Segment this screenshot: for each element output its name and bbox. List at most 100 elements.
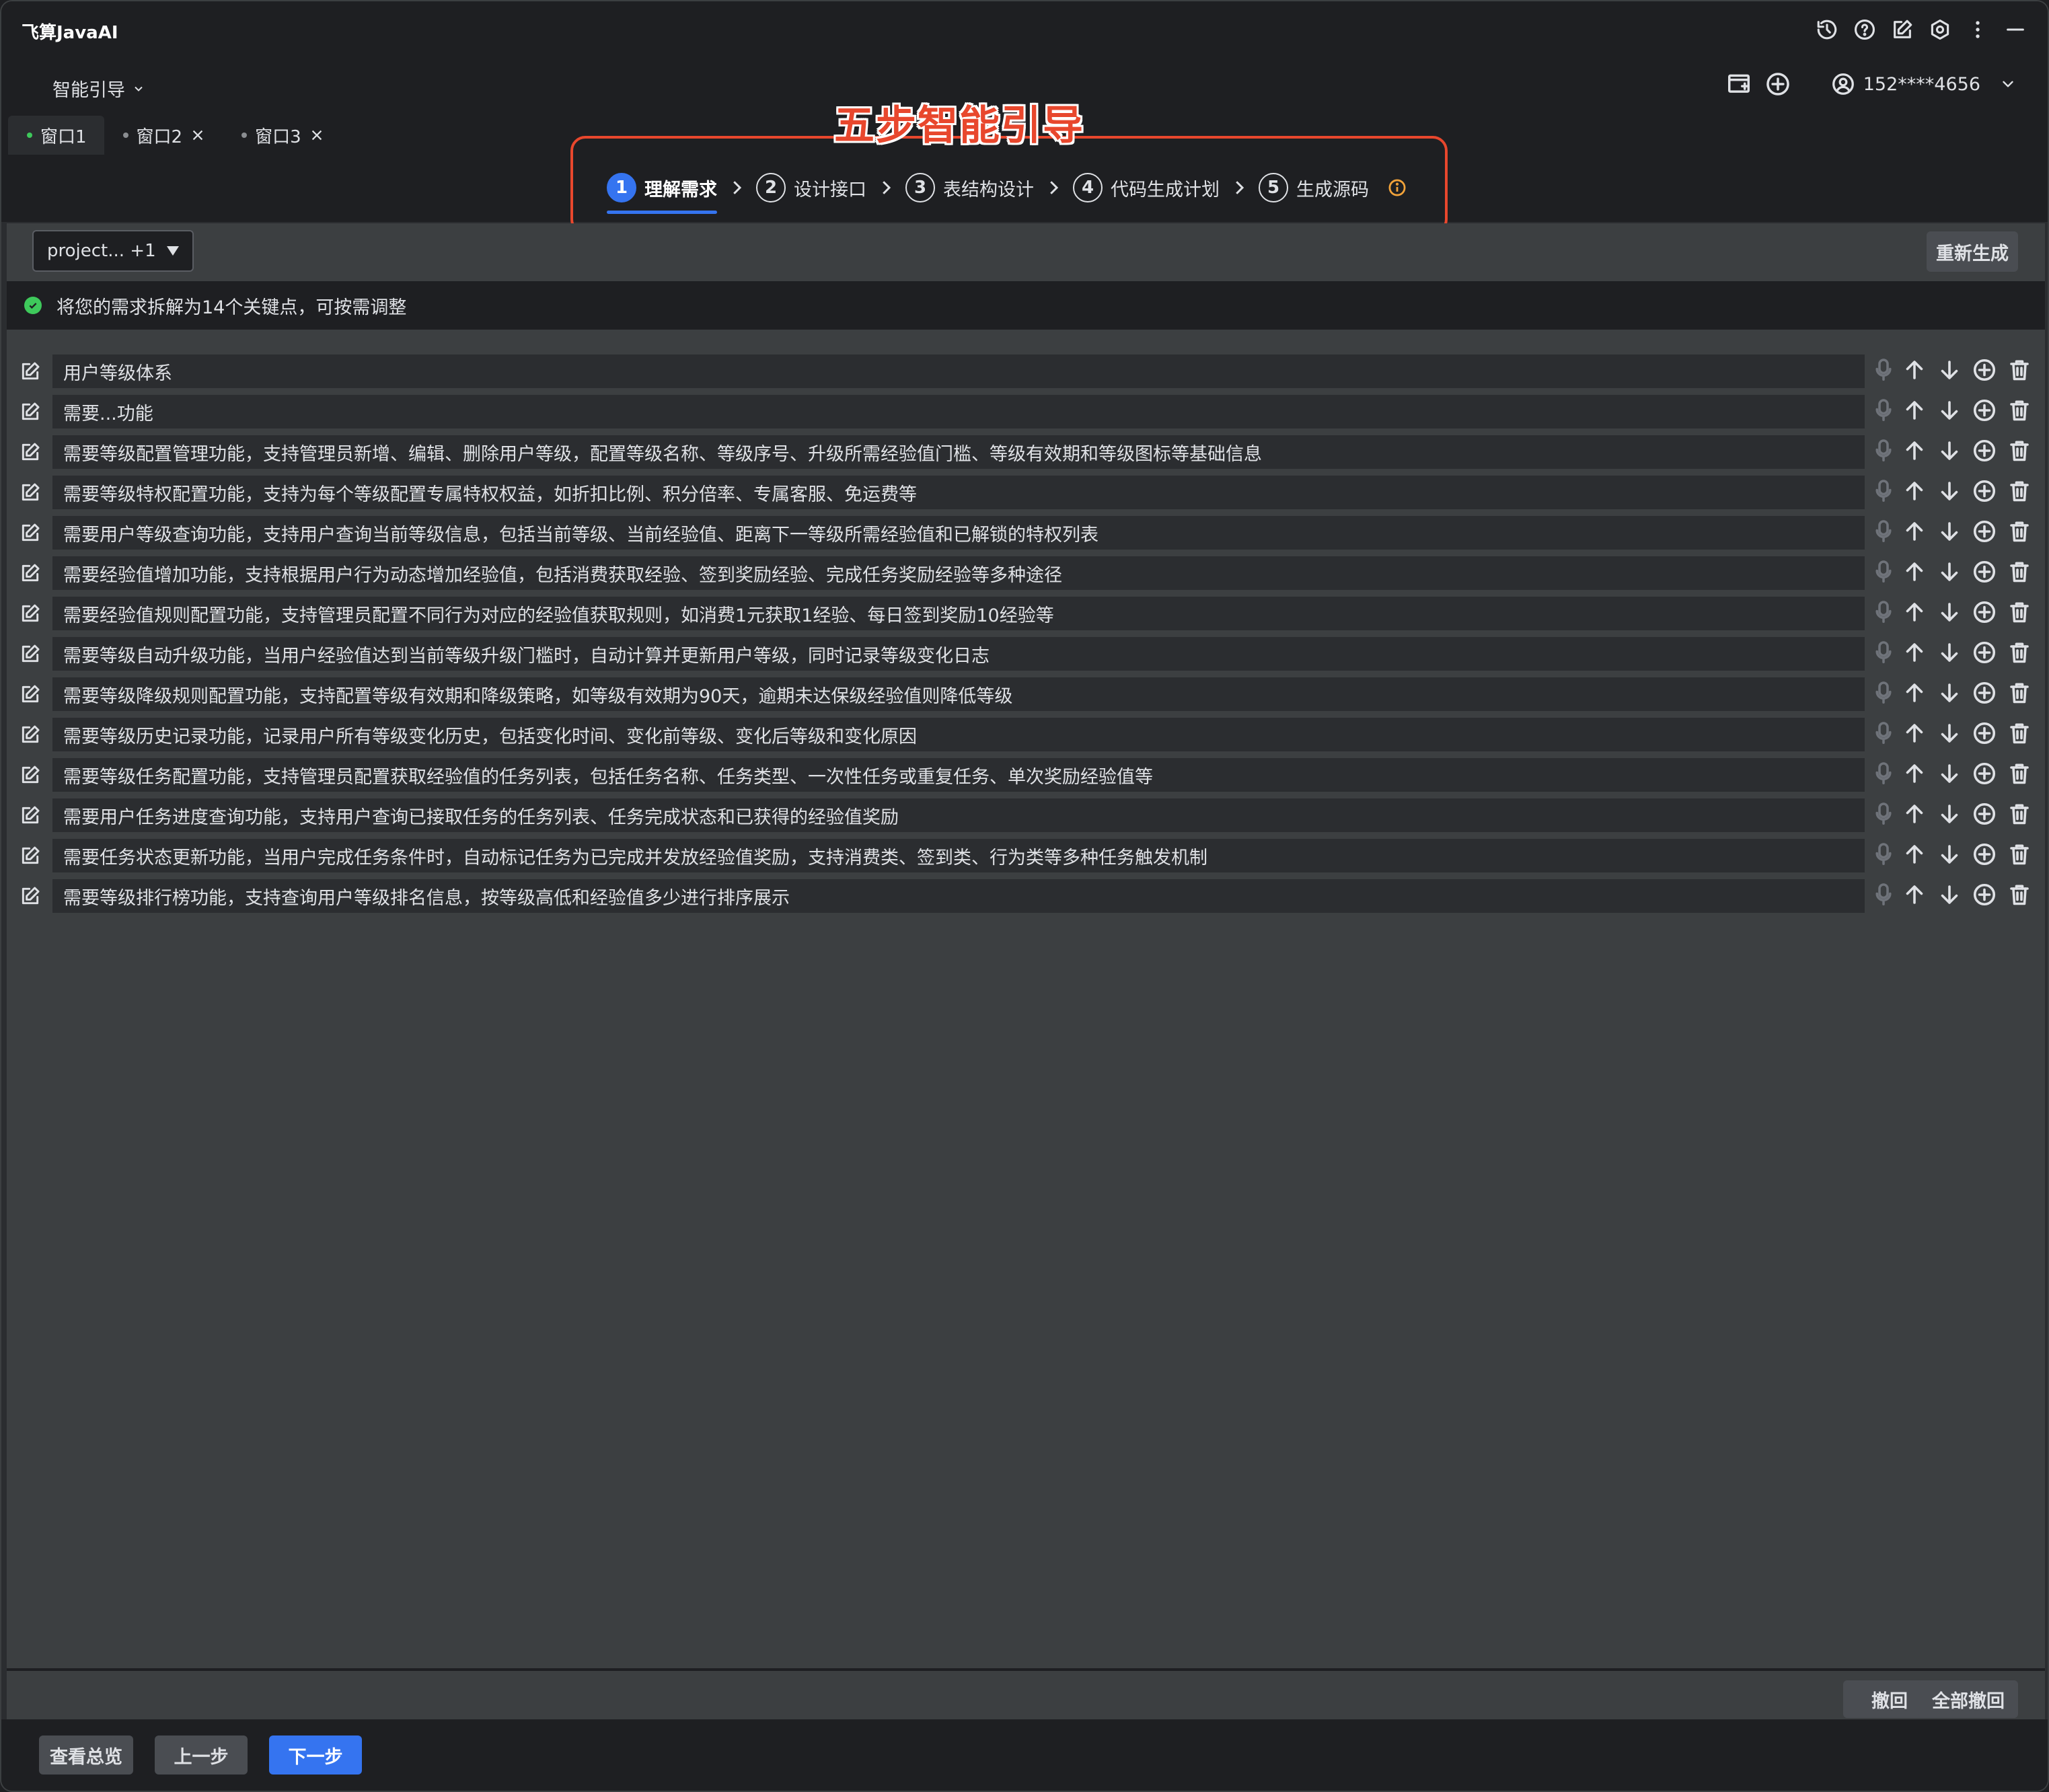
- add-circle-icon[interactable]: [1972, 761, 1997, 788]
- requirement-text[interactable]: 需要经验值规则配置功能，支持管理员配置不同行为对应的经验值获取规则，如消费1元获…: [52, 597, 1865, 630]
- add-circle-icon[interactable]: [1972, 519, 1997, 546]
- trash-icon[interactable]: [2007, 640, 2032, 667]
- arrow-down-icon[interactable]: [1937, 439, 1962, 465]
- arrow-down-icon[interactable]: [1937, 842, 1962, 869]
- requirement-text[interactable]: 需要...功能: [52, 395, 1865, 428]
- add-circle-icon[interactable]: [1972, 398, 1997, 425]
- edit-icon[interactable]: [19, 642, 42, 665]
- step-3[interactable]: 3 表结构设计: [905, 168, 1034, 207]
- edit-icon[interactable]: [19, 885, 42, 907]
- edit-icon[interactable]: [19, 521, 42, 544]
- microphone-icon[interactable]: [1875, 842, 1892, 869]
- arrow-down-icon[interactable]: [1937, 398, 1962, 425]
- project-select[interactable]: project... +1: [32, 230, 194, 272]
- trash-icon[interactable]: [2007, 681, 2032, 708]
- more-icon[interactable]: [1966, 17, 1990, 42]
- edit-icon[interactable]: [19, 683, 42, 706]
- trash-icon[interactable]: [2007, 721, 2032, 748]
- edit-icon[interactable]: [1890, 17, 1914, 42]
- trash-icon[interactable]: [2007, 519, 2032, 546]
- step-1[interactable]: 1 理解需求: [607, 168, 717, 214]
- arrow-up-icon[interactable]: [1902, 600, 1927, 627]
- regenerate-button[interactable]: 重新生成: [1927, 231, 2018, 272]
- requirement-text[interactable]: 需要等级任务配置功能，支持管理员配置获取经验值的任务列表，包括任务名称、任务类型…: [52, 758, 1865, 792]
- requirement-text[interactable]: 需要等级历史记录功能，记录用户所有等级变化历史，包括变化时间、变化前等级、变化后…: [52, 718, 1865, 751]
- microphone-icon[interactable]: [1875, 802, 1892, 829]
- add-circle-icon[interactable]: [1972, 842, 1997, 869]
- microphone-icon[interactable]: [1875, 519, 1892, 546]
- arrow-down-icon[interactable]: [1937, 802, 1962, 829]
- microphone-icon[interactable]: [1875, 479, 1892, 506]
- tab-window-3[interactable]: 窗口3: [223, 116, 342, 155]
- step-2[interactable]: 2 设计接口: [756, 168, 866, 207]
- arrow-up-icon[interactable]: [1902, 842, 1927, 869]
- add-circle-icon[interactable]: [1972, 439, 1997, 465]
- step-4[interactable]: 4 代码生成计划: [1073, 168, 1220, 207]
- previous-step-button[interactable]: 上一步: [155, 1735, 248, 1775]
- settings-icon[interactable]: [1928, 17, 1952, 42]
- trash-icon[interactable]: [2007, 761, 2032, 788]
- view-overview-button[interactable]: 查看总览: [39, 1735, 133, 1775]
- requirement-text[interactable]: 需要等级排行榜功能，支持查询用户等级排名信息，按等级高低和经验值多少进行排序展示: [52, 879, 1865, 913]
- edit-icon[interactable]: [19, 562, 42, 585]
- microphone-icon[interactable]: [1875, 681, 1892, 708]
- edit-icon[interactable]: [19, 763, 42, 786]
- add-circle-icon[interactable]: [1972, 721, 1997, 748]
- arrow-up-icon[interactable]: [1902, 398, 1927, 425]
- requirement-text[interactable]: 需要用户等级查询功能，支持用户查询当前等级信息，包括当前等级、当前经验值、距离下…: [52, 516, 1865, 550]
- arrow-down-icon[interactable]: [1937, 519, 1962, 546]
- help-icon[interactable]: [1853, 17, 1877, 42]
- add-circle-icon[interactable]: [1972, 479, 1997, 506]
- new-window-icon[interactable]: [1726, 71, 1752, 97]
- step-5[interactable]: 5 生成源码: [1259, 168, 1369, 207]
- requirement-text[interactable]: 需要等级降级规则配置功能，支持配置等级有效期和降级策略，如等级有效期为90天，逾…: [52, 677, 1865, 711]
- requirement-text[interactable]: 需要等级自动升级功能，当用户经验值达到当前等级升级门槛时，自动计算并更新用户等级…: [52, 637, 1865, 671]
- microphone-icon[interactable]: [1875, 600, 1892, 627]
- edit-icon[interactable]: [19, 602, 42, 625]
- trash-icon[interactable]: [2007, 560, 2032, 587]
- requirement-text[interactable]: 需要用户任务进度查询功能，支持用户查询已接取任务的任务列表、任务完成状态和已获得…: [52, 798, 1865, 832]
- arrow-down-icon[interactable]: [1937, 721, 1962, 748]
- add-circle-icon[interactable]: [1972, 560, 1997, 587]
- mode-dropdown[interactable]: 智能引导: [52, 75, 145, 102]
- requirement-text[interactable]: 需要任务状态更新功能，当用户完成任务条件时，自动标记任务为已完成并发放经验值奖励…: [52, 839, 1865, 872]
- arrow-up-icon[interactable]: [1902, 761, 1927, 788]
- arrow-down-icon[interactable]: [1937, 479, 1962, 506]
- close-icon[interactable]: [309, 128, 324, 143]
- arrow-down-icon[interactable]: [1937, 600, 1962, 627]
- edit-icon[interactable]: [19, 844, 42, 867]
- edit-icon[interactable]: [19, 400, 42, 423]
- microphone-icon[interactable]: [1875, 883, 1892, 909]
- microphone-icon[interactable]: [1875, 560, 1892, 587]
- user-menu[interactable]: 152****4656: [1831, 72, 2017, 96]
- add-circle-icon[interactable]: [1972, 883, 1997, 909]
- add-circle-icon[interactable]: [1972, 681, 1997, 708]
- arrow-up-icon[interactable]: [1902, 681, 1927, 708]
- add-circle-icon[interactable]: [1972, 358, 1997, 385]
- edit-icon[interactable]: [19, 723, 42, 746]
- add-circle-icon[interactable]: [1972, 802, 1997, 829]
- tab-window-2[interactable]: 窗口2: [104, 116, 223, 155]
- microphone-icon[interactable]: [1875, 358, 1892, 385]
- undo-all-button[interactable]: 全部撤回: [1918, 1680, 2018, 1718]
- edit-icon[interactable]: [19, 481, 42, 504]
- add-circle-icon[interactable]: [1972, 600, 1997, 627]
- trash-icon[interactable]: [2007, 358, 2032, 385]
- arrow-up-icon[interactable]: [1902, 519, 1927, 546]
- arrow-down-icon[interactable]: [1937, 560, 1962, 587]
- arrow-down-icon[interactable]: [1937, 761, 1962, 788]
- requirement-text[interactable]: 用户等级体系: [52, 354, 1865, 388]
- microphone-icon[interactable]: [1875, 640, 1892, 667]
- arrow-up-icon[interactable]: [1902, 640, 1927, 667]
- microphone-icon[interactable]: [1875, 761, 1892, 788]
- minimize-icon[interactable]: [2003, 17, 2027, 42]
- arrow-down-icon[interactable]: [1937, 681, 1962, 708]
- trash-icon[interactable]: [2007, 842, 2032, 869]
- arrow-up-icon[interactable]: [1902, 479, 1927, 506]
- requirement-text[interactable]: 需要等级特权配置功能，支持为每个等级配置专属特权权益，如折扣比例、积分倍率、专属…: [52, 476, 1865, 509]
- requirement-text[interactable]: 需要经验值增加功能，支持根据用户行为动态增加经验值，包括消费获取经验、签到奖励经…: [52, 556, 1865, 590]
- microphone-icon[interactable]: [1875, 721, 1892, 748]
- microphone-icon[interactable]: [1875, 439, 1892, 465]
- microphone-icon[interactable]: [1875, 398, 1892, 425]
- history-icon[interactable]: [1815, 17, 1839, 42]
